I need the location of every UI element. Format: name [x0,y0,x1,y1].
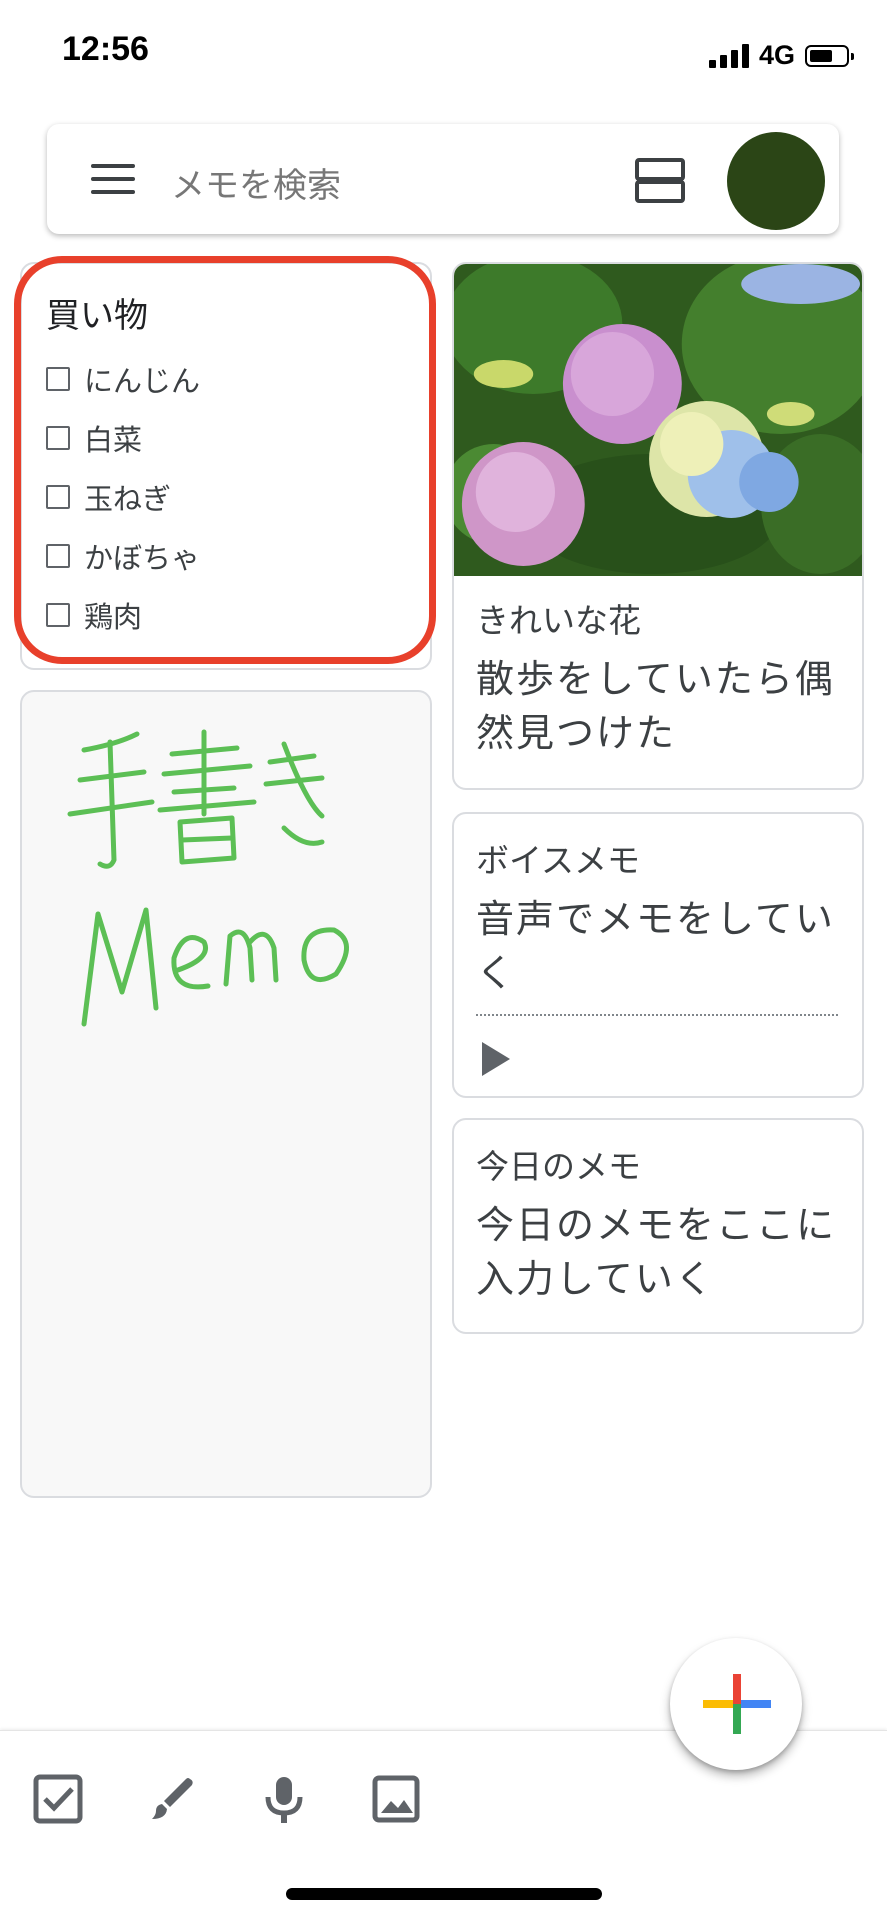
menu-icon[interactable] [91,164,135,196]
note-card-today[interactable]: 今日のメモ 今日のメモをここに入力していく [452,1118,864,1334]
checklist-item-label: 玉ねぎ [84,482,172,516]
list-view-toggle-icon[interactable] [635,158,685,203]
avatar[interactable] [727,132,825,230]
checkbox-icon[interactable] [32,1773,84,1825]
play-icon[interactable] [482,1042,510,1076]
note-title: きれいな花 [476,601,641,640]
create-note-button[interactable] [670,1638,802,1770]
note-body: 散歩をしていたら偶然見つけた [476,657,835,755]
status-time: 12:56 [62,30,149,68]
note-body: 今日のメモをここに入力していく [476,1203,837,1301]
signal-icon [708,43,749,68]
checklist-item-label: 鶏肉 [84,600,143,634]
checklist-item[interactable]: かぼちゃ [46,535,200,577]
mic-icon[interactable] [258,1773,310,1825]
divider [476,1014,838,1016]
note-body: 音声でメモをしていく [476,897,835,995]
search-bar[interactable]: メモを検索 [47,124,839,234]
search-input[interactable]: メモを検索 [171,158,341,207]
checkbox-icon[interactable] [46,485,70,509]
checkbox-icon[interactable] [46,426,70,450]
checkbox-icon[interactable] [46,603,70,627]
checklist-item-label: かぼちゃ [84,541,201,575]
network-type: 4G [758,40,795,70]
checklist-item-label: 白菜 [84,423,143,457]
hydrangea-photo [454,264,862,576]
note-card-handwriting[interactable] [20,690,432,1498]
checklist-item[interactable]: にんじん [46,358,200,400]
checklist-item[interactable]: 鶏肉 [46,594,142,636]
note-title: 買い物 [46,296,148,336]
battery-icon [805,44,854,67]
note-card-flower[interactable]: きれいな花 散歩をしていたら偶然見つけた [452,262,864,790]
note-title: ボイスメモ [476,841,641,880]
note-title: 今日のメモ [476,1147,641,1186]
checkbox-icon[interactable] [46,544,70,568]
checklist-item[interactable]: 玉ねぎ [46,476,171,518]
note-card-voice[interactable]: ボイスメモ 音声でメモをしていく [452,812,864,1098]
brush-icon[interactable] [146,1773,198,1825]
status-indicators: 4G [708,40,854,71]
note-card-shopping[interactable]: 買い物 にんじん 白菜 玉ねぎ かぼちゃ 鶏肉 [20,262,432,670]
image-icon[interactable] [370,1773,422,1825]
handwriting-drawing [67,729,349,1027]
checkbox-icon[interactable] [46,367,70,391]
home-indicator [286,1888,602,1900]
checklist-item[interactable]: 白菜 [46,417,142,459]
handwriting-strokes [67,729,325,869]
plus-icon [703,1674,771,1734]
checklist-item-label: にんじん [84,364,201,398]
